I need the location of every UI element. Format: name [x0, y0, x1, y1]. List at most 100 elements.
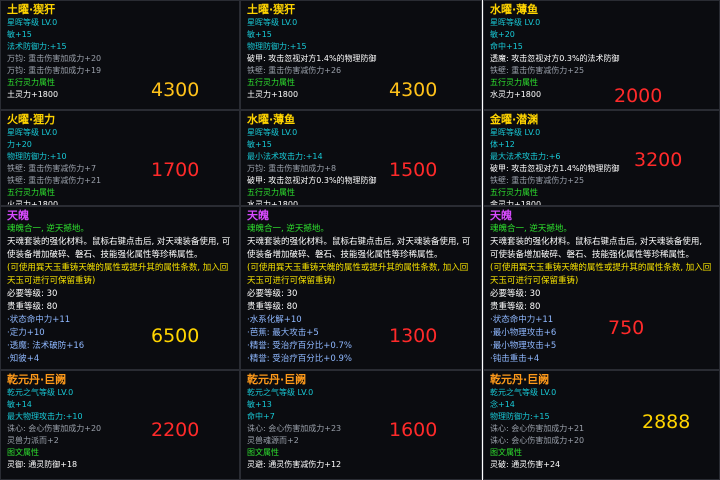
item-attribute-line: 敏+14	[7, 400, 32, 409]
item-attribute-line: 五行灵力属性	[7, 188, 55, 197]
item-attribute-line: 乾元之气等级 LV.0	[490, 388, 557, 397]
item-attribute-line: 天魂套装的强化材料。鼠标右键点击后, 对天魂装备使用, 可使装备增加破碎、磐石、…	[247, 237, 471, 260]
item-attribute-line: 五行灵力属性	[247, 78, 295, 87]
item-tooltip-panel: 天魄魂魄合一, 逆天撼地。天魂套装的强化材料。鼠标右键点击后, 对天魂装备使用,…	[240, 206, 482, 370]
price-label: 2888	[642, 411, 691, 433]
item-attribute-line: 图文属性	[247, 448, 279, 457]
item-title: 乾元丹·巨阙	[490, 373, 550, 386]
item-attribute-line: 诛心: 会心伤害加成力+20	[490, 436, 585, 445]
item-attribute-line: 力+20	[7, 140, 32, 149]
item-attribute-line: ·知彼+4	[7, 354, 40, 364]
item-attribute-line: 乾元之气等级 LV.0	[247, 388, 314, 397]
price-label: 750	[608, 317, 645, 339]
item-attribute-line: 图文属性	[490, 448, 522, 457]
item-attribute-line: (可使用巽天玉重铸天魄的属性或提升其的属性条数, 加入回天玉可进行可保留重铸)	[490, 263, 712, 286]
item-attribute-line: 破甲: 攻击忽视对方0.3%的物理防御	[247, 176, 377, 185]
item-attribute-line: 万钧: 重击伤害加成力+8	[247, 164, 337, 173]
item-attribute-line: 灵避: 通灵伤害减伤力+12	[247, 460, 342, 469]
item-title: 乾元丹·巨阙	[7, 373, 67, 386]
item-attribute-line: 星晖等级 LV.0	[490, 18, 541, 27]
item-attribute-line: 灵破: 通灵伤害+24	[490, 460, 561, 469]
item-attribute-line: 敏+20	[490, 30, 515, 39]
item-attribute-line: 物理防御力:+15	[247, 42, 307, 51]
price-label: 3200	[634, 149, 683, 171]
item-attribute-line: 星晖等级 LV.0	[7, 128, 58, 137]
item-attribute-line: 乾元之气等级 LV.0	[7, 388, 74, 397]
item-title: 土曜·猰犴	[247, 3, 296, 16]
item-title: 天魄	[7, 209, 29, 222]
item-attribute-line: 五行灵力属性	[490, 78, 538, 87]
item-tooltip-panel: 水曜·薄鱼星晖等级 LV.0 敏+20 命中+15 透魔: 攻击忽视对方0.3%的法术…	[483, 0, 720, 110]
price-label: 1700	[151, 159, 200, 181]
item-tooltip-panel: 水曜·薄鱼星晖等级 LV.0 敏+15 最小法术攻击力:+14 万钧: 重击伤害加成力…	[240, 110, 482, 206]
price-label: 4300	[151, 79, 200, 101]
item-attribute-line: 魂魄合一, 逆天撼地。	[490, 224, 572, 234]
item-attribute-line: 透魔: 攻击忽视对方0.3%的法术防御	[490, 54, 620, 63]
item-attribute-line: ·最小物理攻击+6	[490, 328, 557, 338]
price-label: 2200	[151, 419, 200, 441]
item-title: 天魄	[247, 209, 269, 222]
item-attribute-line: 敏+13	[247, 400, 272, 409]
item-tooltip-panel: 乾元丹·巨阙 乾元之气等级 LV.0 念+14 物理防御力:+15 诛心: 会心伤害加成…	[483, 370, 720, 480]
item-attribute-line: 灵御: 通灵防御+18	[7, 460, 78, 469]
item-attribute-line: 灵兽魂源而+2	[247, 436, 299, 445]
item-tooltip-panel: 金曜·潜渊 星晖等级 LV.0 体+12 最大法术攻击力:+6 破甲: 攻击忽视对方1.…	[483, 110, 720, 206]
item-tooltip-panel: 乾元丹·巨阙 乾元之气等级 LV.0 敏+14 最大物理攻击力:+10 诛心: 会心伤害…	[0, 370, 240, 480]
item-attribute-line: 铁壁: 重击伤害减伤力+25	[490, 66, 585, 75]
item-title: 金曜·潜渊	[490, 113, 539, 126]
item-attribute-line: ·状态命中力+11	[490, 315, 554, 325]
item-tooltip-panel: 土曜·猰犴星晖等级 LV.0 敏+15 法术防御力:+15 万钧: 重击伤害加成力+2…	[0, 0, 240, 110]
item-attribute-line: 诛心: 会心伤害加成力+23	[247, 424, 342, 433]
item-attribute-line: 天魂套装的强化材料。鼠标右键点击后, 对天魂装备使用, 可使装备增加破碎、磐石、…	[7, 237, 231, 260]
item-attribute-line: 念+14	[490, 400, 515, 409]
item-title: 土曜·猰犴	[7, 3, 56, 16]
item-attribute-line: ·水系化解+10	[247, 315, 302, 325]
item-attribute-line: 敏+15	[7, 30, 32, 39]
price-label: 1300	[389, 325, 438, 347]
item-attribute-line: 命中+15	[490, 42, 523, 51]
item-attribute-line: 贵重等级: 80	[247, 302, 298, 312]
price-label: 4300	[389, 79, 438, 101]
item-attribute-line: 法术防御力:+15	[7, 42, 67, 51]
item-title: 火曜·狸力	[7, 113, 56, 126]
item-attribute-line: (可使用巽天玉重铸天魄的属性或提升其的属性条数, 加入回天玉可进行可保留重铸)	[7, 263, 229, 286]
price-label: 6500	[151, 325, 200, 347]
item-tooltip-panel: 天魄魂魄合一, 逆天撼地。天魂套装的强化材料。鼠标右键点击后, 对天魂装备使用,…	[0, 206, 240, 370]
price-label: 1600	[389, 419, 438, 441]
item-attribute-line: 魂魄合一, 逆天撼地。	[7, 224, 89, 234]
item-attribute-line: 命中+7	[247, 412, 275, 421]
price-label: 1500	[389, 159, 438, 181]
item-tooltip-panel: 火曜·狸力 星晖等级 LV.0 力+20 物理防御力:+10 铁壁: 重击伤害减伤力+7…	[0, 110, 240, 206]
item-attribute-line: ·最小物理攻击+5	[490, 341, 557, 351]
item-attribute-line: 贵重等级: 80	[7, 302, 58, 312]
item-attribute-line: 万钧: 重击伤害加成力+20	[7, 54, 102, 63]
item-title: 乾元丹·巨阙	[247, 373, 307, 386]
item-tooltip-panel: 天魄 魂魄合一, 逆天撼地。 天魂套装的强化材料。鼠标右键点击后, 对天魂装备使用,…	[483, 206, 720, 370]
item-attribute-line: 水灵力+1800	[490, 90, 542, 99]
item-attribute-line: 敏+15	[247, 140, 272, 149]
item-attribute-line: 魂魄合一, 逆天撼地。	[247, 224, 329, 234]
item-attribute-line: 必要等级: 30	[490, 289, 541, 299]
item-attribute-line: 星晖等级 LV.0	[247, 128, 298, 137]
item-title: 水曜·薄鱼	[247, 113, 296, 126]
item-attribute-line: 敏+15	[247, 30, 272, 39]
item-attribute-line: 最小法术攻击力:+14	[247, 152, 323, 161]
item-attribute-line: 星晖等级 LV.0	[7, 18, 58, 27]
item-attribute-line: 必要等级: 30	[7, 289, 58, 299]
item-attribute-line: 水灵力+1800	[247, 200, 299, 206]
item-attribute-line: 五行灵力属性	[247, 188, 295, 197]
item-title: 水曜·薄鱼	[490, 3, 539, 16]
item-attribute-line: 图文属性	[7, 448, 39, 457]
item-attribute-line: 万钧: 重击伤害加成力+19	[7, 66, 102, 75]
price-label: 2000	[614, 85, 663, 107]
item-attribute-line: 星晖等级 LV.0	[490, 128, 541, 137]
item-title: 天魄	[490, 209, 512, 222]
item-tooltip-panel: 土曜·猰犴 星晖等级 LV.0 敏+15 物理防御力:+15 破甲: 攻击忽视对方1.4…	[240, 0, 482, 110]
item-attribute-line: 铁壁: 重击伤害减伤力+25	[490, 176, 585, 185]
item-attribute-line: ·精誉: 受治疗百分比+0.9%	[247, 354, 352, 364]
item-attribute-line: 破甲: 攻击忽视对方1.4%的物理防御	[247, 54, 377, 63]
item-attribute-line: 铁壁: 重击伤害减伤力+26	[247, 66, 342, 75]
item-tooltip-panel: 乾元丹·巨阙乾元之气等级 LV.0 敏+13 命中+7 诛心: 会心伤害加成力+23 灵…	[240, 370, 482, 480]
item-attribute-line: ·钝击重击+4	[490, 354, 540, 364]
item-attribute-line: 火灵力+1800	[7, 200, 59, 206]
